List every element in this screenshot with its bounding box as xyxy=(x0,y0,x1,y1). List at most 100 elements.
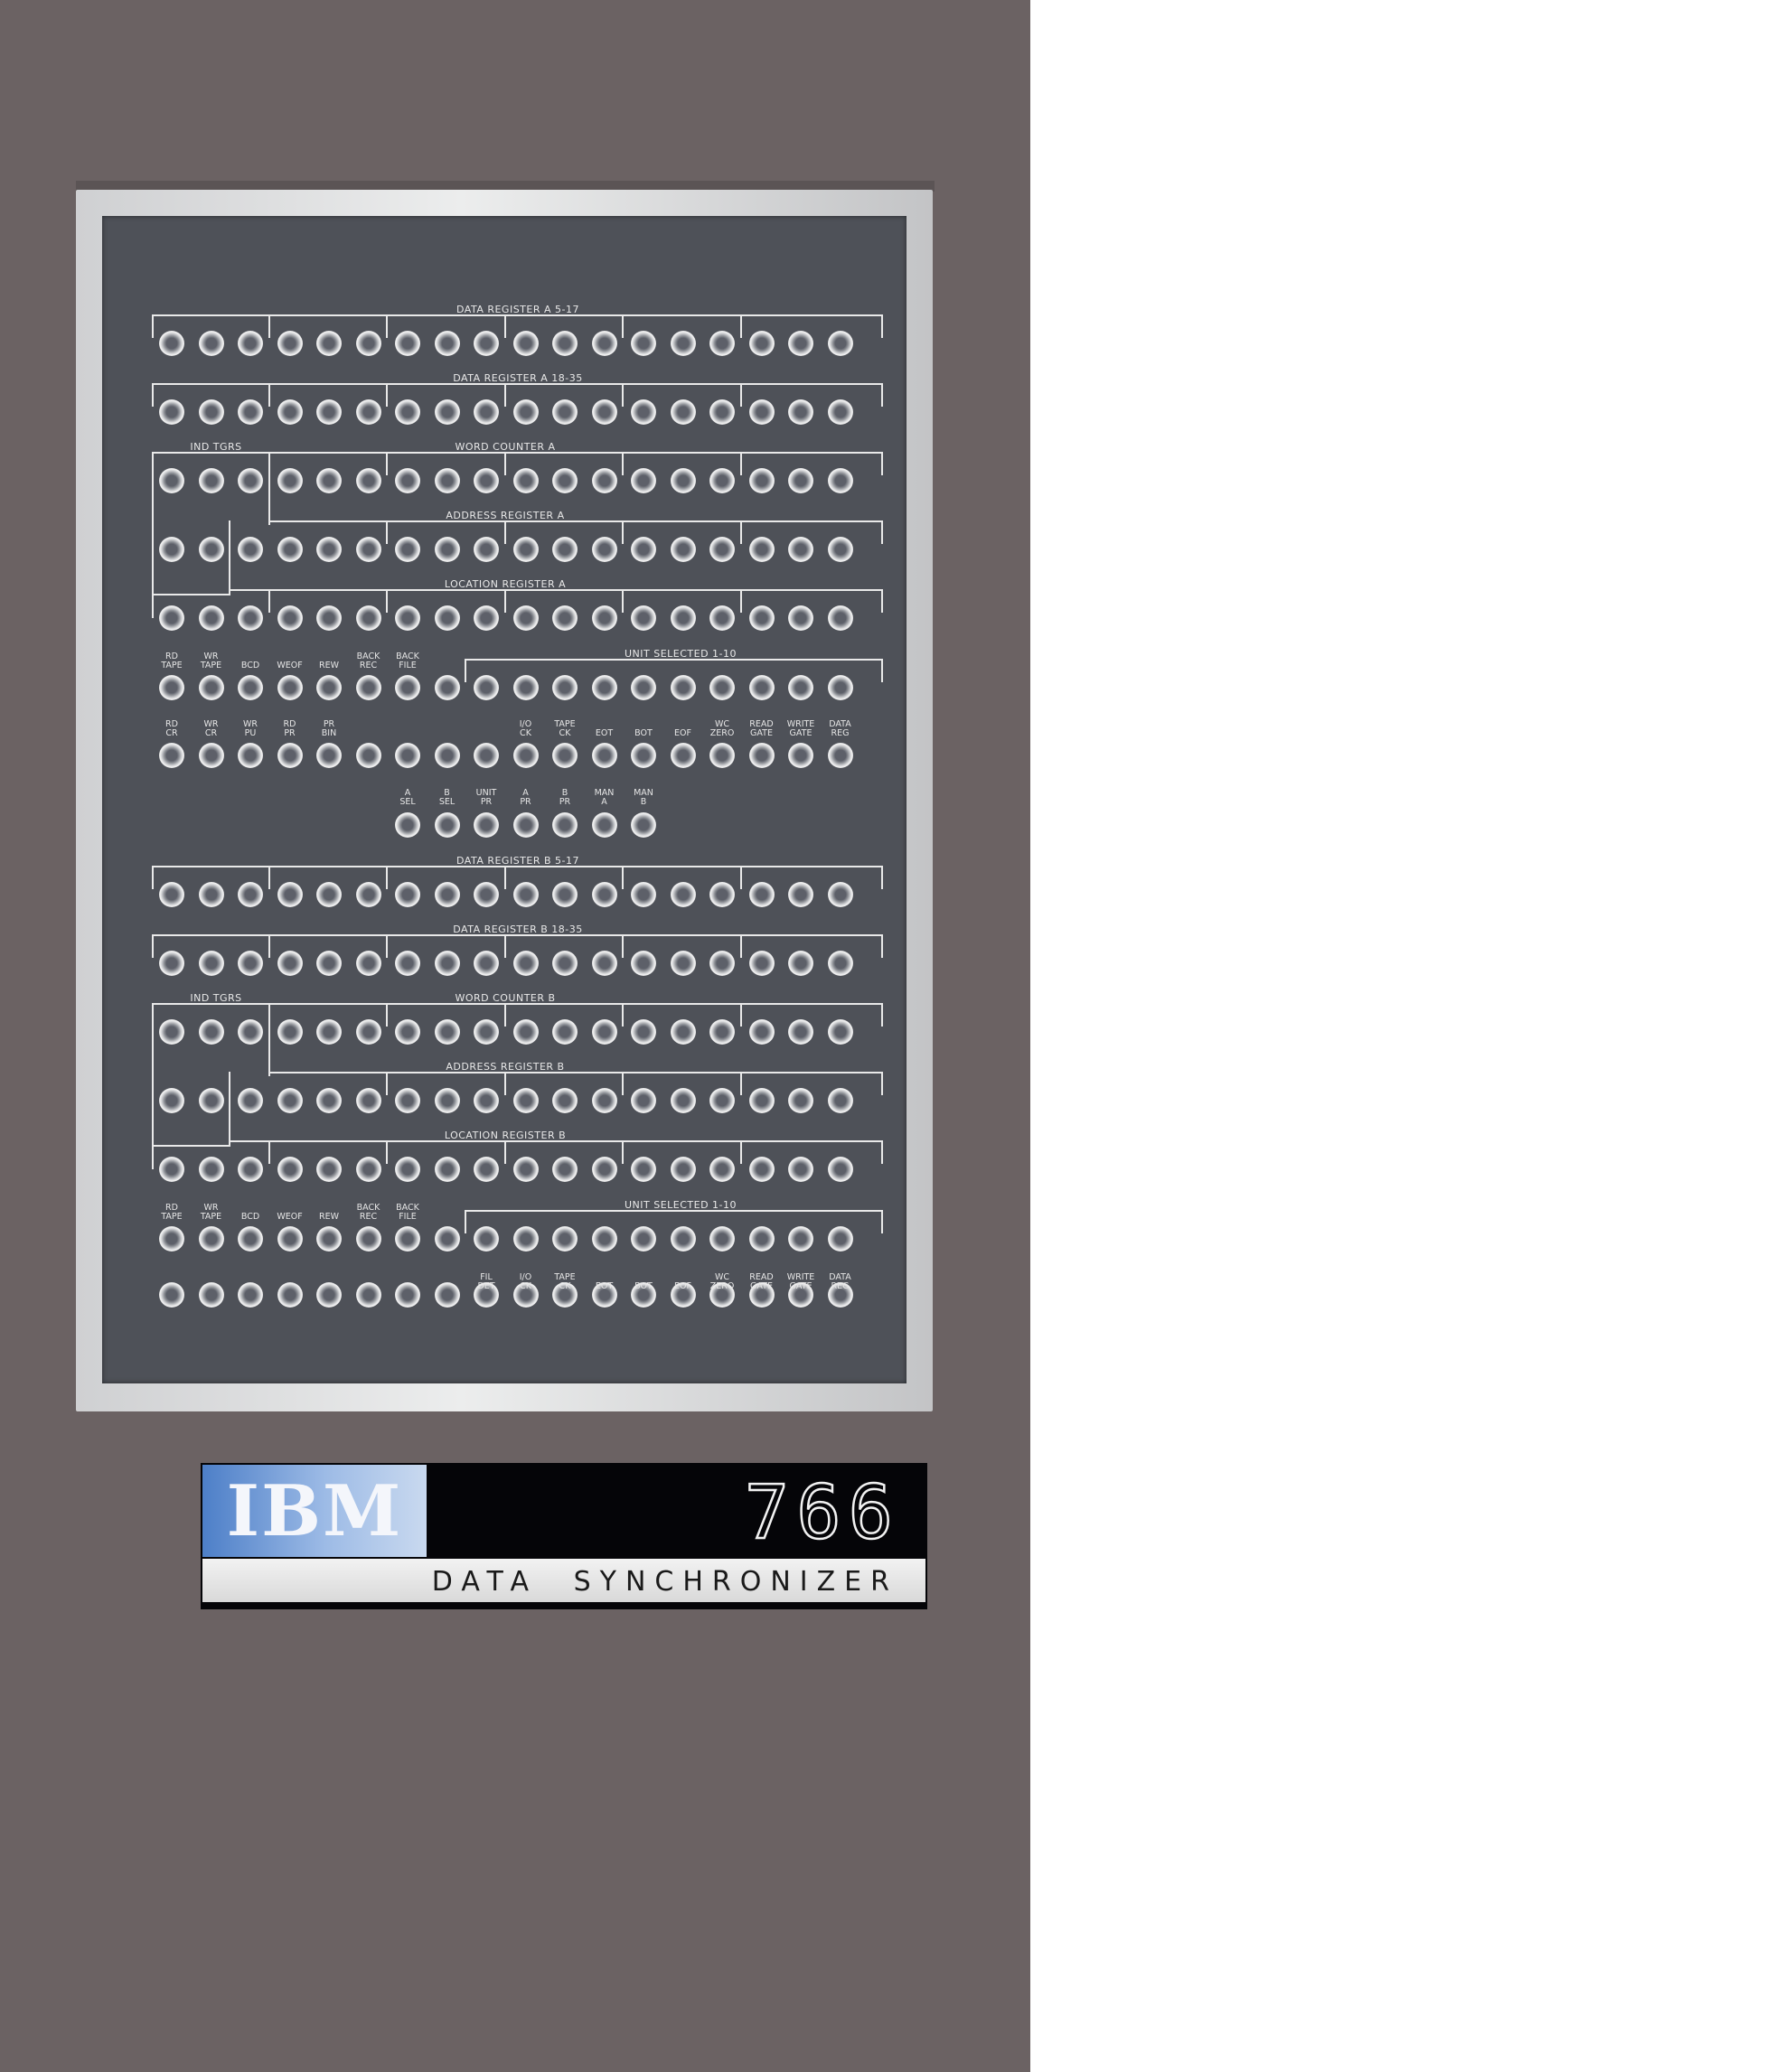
indicator-lamp xyxy=(788,1019,813,1045)
indicator-lamp xyxy=(159,399,184,425)
status-label: TAPE CK xyxy=(554,719,576,738)
indicator-lamp xyxy=(434,331,460,356)
bracket-line xyxy=(503,314,506,338)
indicator-lamp xyxy=(395,1282,420,1308)
status-label: WR TAPE xyxy=(200,652,222,670)
indicator-lamp xyxy=(277,1226,303,1252)
indicator-lamp xyxy=(474,1088,499,1113)
bracket-line xyxy=(268,589,270,613)
indicator-lamp xyxy=(198,882,224,907)
indicator-lamp xyxy=(395,399,420,425)
indicator-lamp xyxy=(355,1088,381,1113)
indicator-lamp xyxy=(434,1157,460,1182)
indicator-lamp xyxy=(198,951,224,976)
indicator-lamp xyxy=(788,537,813,562)
indicator-lamp xyxy=(238,1157,263,1182)
indicator-lamp xyxy=(238,1226,263,1252)
indicator-lamp xyxy=(631,1226,656,1252)
indicator-lamp xyxy=(277,468,303,493)
indicator-lamp xyxy=(670,743,696,768)
nameplate: IBM 766 DATA SYNCHRONIZER xyxy=(201,1463,927,1609)
indicator-lamp xyxy=(788,675,813,700)
bracket-line xyxy=(622,1140,624,1164)
indicator-lamp xyxy=(827,331,853,356)
indicator-lamp xyxy=(748,468,775,493)
indicator-lamp xyxy=(277,1019,303,1045)
indicator-lamp xyxy=(631,951,656,976)
indicator-lamp xyxy=(788,331,813,356)
bracket-line xyxy=(503,1072,506,1095)
bracket-line xyxy=(465,1210,466,1233)
bracket-line xyxy=(152,383,154,407)
indicator-lamp xyxy=(198,468,224,493)
indicator-lamp xyxy=(512,812,539,838)
indicator-lamp xyxy=(709,743,735,768)
indicator-lamp xyxy=(709,882,735,907)
bracket-line xyxy=(268,314,270,338)
bracket-line xyxy=(503,866,506,889)
indicator-lamp xyxy=(395,882,420,907)
indicator-lamp xyxy=(355,605,381,631)
indicator-lamp xyxy=(355,537,381,562)
indicator-lamp xyxy=(827,605,853,631)
indicator-lamp xyxy=(198,399,224,425)
indicator-lamp xyxy=(827,1019,853,1045)
status-label: BCD xyxy=(240,661,260,670)
indicator-lamp xyxy=(198,675,224,700)
bracket-line xyxy=(503,934,506,958)
indicator-lamp xyxy=(277,951,303,976)
indicator-lamp xyxy=(827,1157,853,1182)
bracket-line xyxy=(386,1003,388,1027)
indicator-lamp xyxy=(395,1157,420,1182)
indicator-lamp xyxy=(395,1226,420,1252)
bracket-line xyxy=(386,1140,388,1164)
bracket-line xyxy=(881,659,883,682)
indicator-lamp xyxy=(827,1226,853,1252)
indicator-lamp xyxy=(591,605,617,631)
indicator-lamp xyxy=(159,468,184,493)
bracket-line xyxy=(739,1003,742,1027)
status-label: B PR xyxy=(559,788,571,807)
indicator-lamp xyxy=(788,1157,813,1182)
indicator-lamp xyxy=(159,331,184,356)
bracket-line xyxy=(503,1140,506,1164)
bracket-line xyxy=(881,520,883,544)
indicator-lamp xyxy=(316,951,342,976)
indicator-lamp xyxy=(238,882,263,907)
bracket-line xyxy=(881,452,883,475)
indicator-lamp xyxy=(591,812,617,838)
indicator-lamp xyxy=(277,1157,303,1182)
indicator-lamp xyxy=(277,1088,303,1113)
indicator-lamp xyxy=(316,537,342,562)
indicator-lamp xyxy=(591,468,617,493)
status-label: WRITE GATE xyxy=(786,1272,815,1291)
indicator-lamp xyxy=(591,331,617,356)
indicator-lamp xyxy=(591,1019,617,1045)
indicator-lamp xyxy=(827,882,853,907)
indicator-lamp xyxy=(198,1157,224,1182)
indicator-lamp xyxy=(474,1226,499,1252)
indicator-lamp xyxy=(591,1088,617,1113)
indicator-lamp xyxy=(474,675,499,700)
indicator-lamp xyxy=(434,1019,460,1045)
indicator-lamp xyxy=(395,331,420,356)
indicator-lamp xyxy=(316,399,342,425)
indicator-lamp xyxy=(238,1088,263,1113)
model-number: 766 xyxy=(744,1469,900,1558)
bracket-line xyxy=(268,520,881,522)
cabinet: DATA REGISTER A 5-17 DATA REGISTER A 18-… xyxy=(0,0,1030,2072)
indicator-lamp xyxy=(395,605,420,631)
status-label: EOF xyxy=(674,728,691,738)
status-label: WR CR xyxy=(203,719,219,738)
bracket-line xyxy=(152,1145,230,1147)
indicator-lamp xyxy=(316,743,342,768)
indicator-lamp xyxy=(355,1226,381,1252)
bracket-line xyxy=(739,314,742,338)
indicator-lamp xyxy=(552,605,578,631)
indicator-lamp xyxy=(552,675,578,700)
indicator-lamp xyxy=(709,537,735,562)
bracket-line xyxy=(881,1003,883,1027)
bracket-line xyxy=(739,452,742,475)
indicator-lamp xyxy=(591,399,617,425)
bracket-line xyxy=(152,866,881,867)
